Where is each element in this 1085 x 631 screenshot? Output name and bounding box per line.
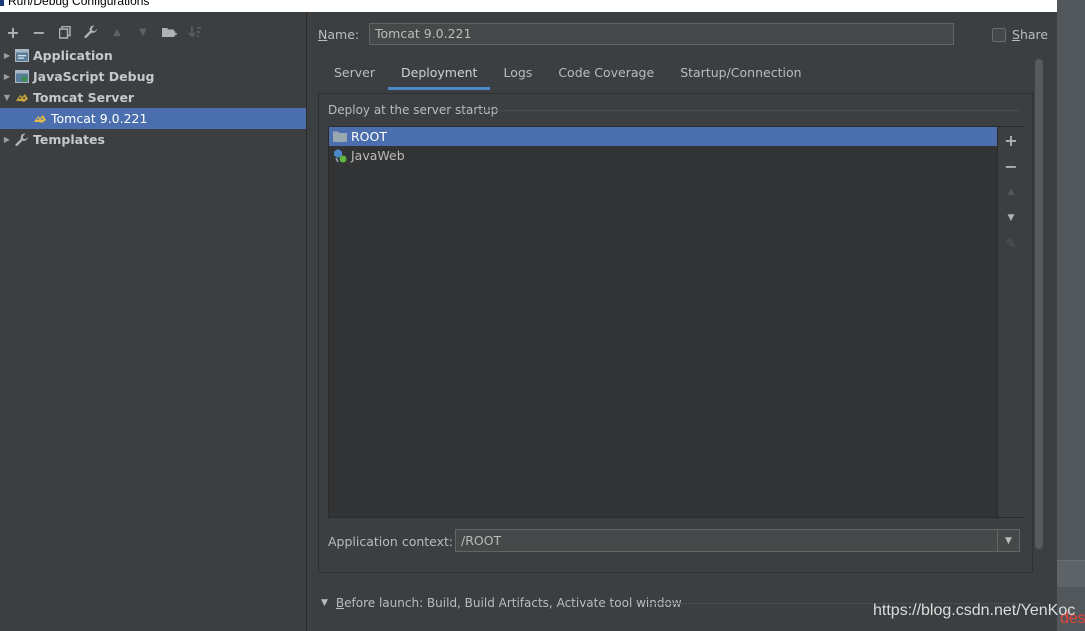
tree-item-application[interactable]: ▶ Application	[0, 45, 306, 66]
vertical-scrollbar[interactable]	[1035, 59, 1043, 549]
tree-item-tomcat-server[interactable]: ▼ Tomcat Server	[0, 87, 306, 108]
move-up-deployment-button[interactable]: ▲	[998, 179, 1024, 205]
sort-button[interactable]	[182, 22, 208, 42]
javascript-debug-icon	[14, 70, 30, 84]
remove-deployment-button[interactable]: −	[998, 153, 1024, 179]
share-checkbox[interactable]: Share	[992, 27, 1048, 42]
application-context-combobox[interactable]: /ROOT ▼	[455, 529, 1020, 552]
move-up-button[interactable]: ▲	[104, 22, 130, 42]
wrench-icon	[14, 133, 30, 147]
move-down-button[interactable]: ▼	[130, 22, 156, 42]
arrow-down-icon: ▼	[139, 26, 147, 38]
tree-item-label: Application	[33, 48, 113, 63]
wrench-icon	[84, 25, 97, 39]
deployment-item-javaweb[interactable]: JavaWeb	[329, 146, 997, 165]
folder-plus-icon	[161, 27, 177, 37]
tree-item-label: Tomcat Server	[33, 90, 135, 105]
edit-defaults-button[interactable]	[78, 22, 104, 42]
deployment-item-label: ROOT	[351, 129, 387, 144]
deployment-list-container: ROOT JavaWeb + − ▲ ▼ ✎	[328, 126, 1024, 518]
tab-startup-connection[interactable]: Startup/Connection	[667, 61, 814, 87]
edit-deployment-button[interactable]: ✎	[998, 231, 1024, 257]
tab-deployment[interactable]: Deployment	[388, 61, 491, 90]
configurations-toolbar: + − ▲ ▼	[0, 22, 208, 42]
collapse-arrow-icon[interactable]: ▼	[0, 93, 14, 102]
create-folder-button[interactable]	[156, 22, 182, 42]
chevron-down-icon: ▼	[1005, 535, 1012, 546]
collapse-arrow-icon[interactable]: ▼	[321, 598, 328, 608]
configuration-tree: ▶ Application ▶ JavaScript Debug ▼ Tomca…	[0, 45, 306, 150]
arrow-up-icon: ▲	[113, 26, 121, 38]
tree-item-label: Tomcat 9.0.221	[51, 111, 148, 126]
tab-server[interactable]: Server	[321, 61, 388, 87]
background-window: des	[1057, 0, 1085, 631]
arrow-down-icon: ▼	[1007, 213, 1015, 223]
tab-logs[interactable]: Logs	[490, 61, 545, 87]
artifact-icon	[332, 148, 348, 163]
name-input[interactable]: Tomcat 9.0.221	[369, 23, 954, 45]
expand-arrow-icon[interactable]: ▶	[0, 135, 14, 144]
share-label: Share	[1012, 27, 1049, 42]
name-label: Name:	[318, 27, 360, 42]
tree-item-javascript-debug[interactable]: ▶ JavaScript Debug	[0, 66, 306, 87]
tree-item-tomcat-instance[interactable]: Tomcat 9.0.221	[0, 108, 306, 129]
before-launch-section[interactable]: ▼ Before launch: Build, Build Artifacts,…	[321, 596, 682, 610]
add-deployment-button[interactable]: +	[998, 127, 1024, 153]
tree-item-label: Templates	[33, 132, 105, 147]
section-divider	[479, 110, 1019, 111]
move-down-deployment-button[interactable]: ▼	[998, 205, 1024, 231]
sort-icon	[188, 25, 201, 37]
background-bar	[1057, 560, 1085, 587]
tomcat-icon	[14, 91, 30, 105]
add-configuration-button[interactable]: +	[0, 22, 26, 42]
remove-configuration-button[interactable]: −	[26, 22, 52, 42]
deployment-item-label: JavaWeb	[351, 148, 405, 163]
before-launch-label: Before launch: Build, Build Artifacts, A…	[335, 596, 682, 610]
tomcat-icon	[32, 112, 48, 126]
copy-icon	[59, 25, 71, 39]
tree-item-label: JavaScript Debug	[33, 69, 155, 84]
deploy-section-header: Deploy at the server startup	[328, 103, 499, 117]
share-checkbox-box[interactable]	[992, 27, 1006, 42]
watermark: https://blog.csdn.net/YenKoc	[873, 602, 1076, 619]
expand-arrow-icon[interactable]: ▶	[0, 51, 14, 60]
deployment-tools: + − ▲ ▼ ✎	[997, 127, 1024, 517]
application-context-label: Application context:	[328, 534, 454, 549]
dropdown-button[interactable]: ▼	[997, 530, 1019, 551]
tab-code-coverage[interactable]: Code Coverage	[545, 61, 667, 87]
copy-configuration-button[interactable]	[52, 22, 78, 42]
folder-icon	[332, 130, 348, 144]
configurations-panel: + − ▲ ▼ ▶ Application ▶ JavaScript Debug…	[0, 12, 307, 631]
window-title: Run/Debug Configurations	[8, 0, 150, 8]
deployment-item-root[interactable]: ROOT	[329, 127, 997, 146]
app-icon	[0, 0, 4, 6]
pencil-icon: ✎	[1005, 236, 1017, 252]
deployment-panel: Deploy at the server startup ROOT JavaWe…	[318, 93, 1033, 573]
application-icon	[14, 49, 30, 63]
application-context-value[interactable]: /ROOT	[461, 533, 501, 548]
deployment-list[interactable]: ROOT JavaWeb	[329, 127, 997, 517]
arrow-up-icon: ▲	[1007, 187, 1015, 197]
window-title-bar: Run/Debug Configurations	[0, 0, 1057, 12]
configuration-editor: Name: Tomcat 9.0.221 Share Server Deploy…	[307, 12, 1057, 631]
expand-arrow-icon[interactable]: ▶	[0, 72, 14, 81]
tree-item-templates[interactable]: ▶ Templates	[0, 129, 306, 150]
configuration-tabs: Server Deployment Logs Code Coverage Sta…	[321, 61, 815, 90]
